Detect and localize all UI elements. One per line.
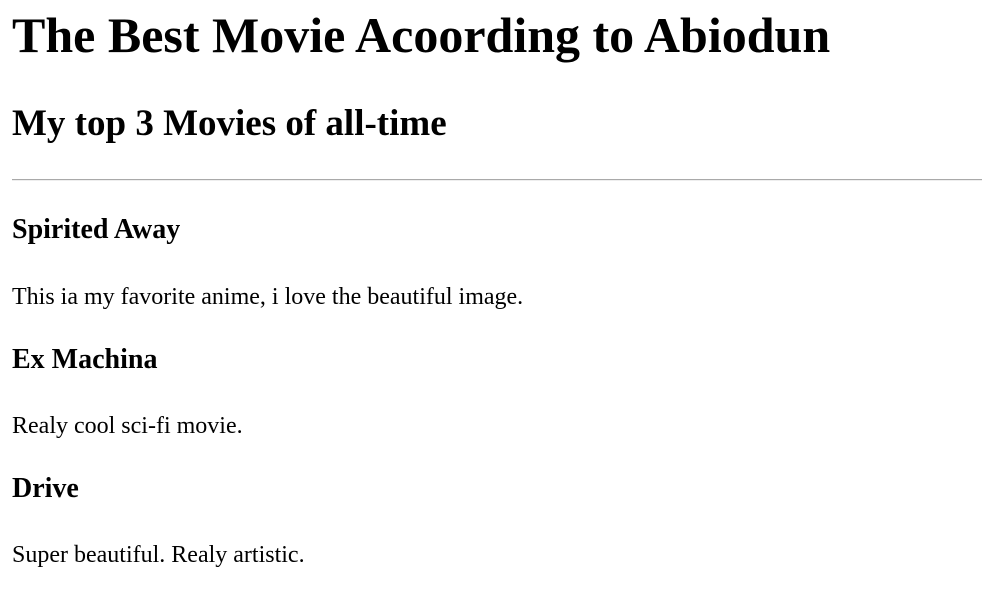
page-subtitle: My top 3 Movies of all-time [12, 103, 447, 144]
page: The Best Movie Acoording to Abiodun My t… [0, 0, 986, 602]
movie-description-ex-machina: Realy cool sci-fi movie. [12, 413, 243, 439]
movie-title-drive: Drive [12, 473, 79, 504]
divider [12, 179, 982, 181]
movie-title-ex-machina: Ex Machina [12, 344, 158, 375]
movie-description-spirited-away: This ia my favorite anime, i love the be… [12, 284, 524, 310]
page-title: The Best Movie Acoording to Abiodun [12, 7, 831, 63]
movie-title-spirited-away: Spirited Away [12, 214, 181, 245]
movie-description-drive: Super beautiful. Realy artistic. [12, 542, 305, 568]
